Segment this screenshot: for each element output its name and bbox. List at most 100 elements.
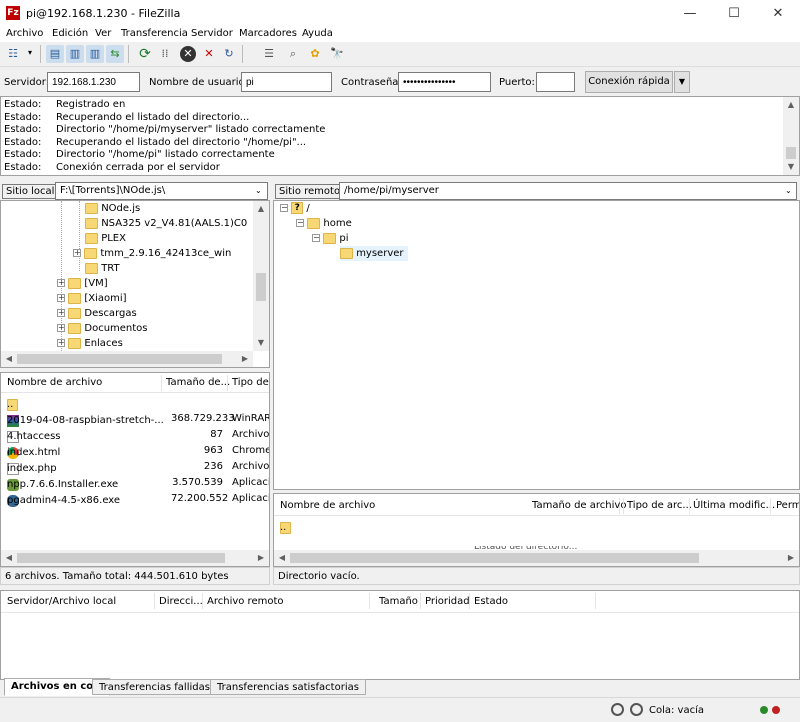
port-label: Puerto: (499, 77, 535, 88)
quickconnect-bar: Servidor: Nombre de usuario: Contraseña:… (0, 66, 800, 96)
menu-edicion[interactable]: Edición (52, 28, 88, 39)
menu-archivo[interactable]: Archivo (6, 28, 43, 39)
tree-item[interactable]: − home (296, 216, 352, 231)
queue-col-priority[interactable]: Prioridad (425, 596, 470, 607)
tree-item[interactable]: − ? / (280, 201, 310, 216)
local-status: 6 archivos. Tamaño total: 444.501.610 by… (0, 567, 270, 585)
remote-status: Directorio vacío. (273, 567, 800, 585)
queue-col-status[interactable]: Estado (474, 596, 508, 607)
compare-directories-icon[interactable]: ⌕ (284, 45, 302, 63)
menu-ayuda[interactable]: Ayuda (302, 28, 333, 39)
queue-status: Cola: vacía (649, 705, 705, 716)
file-row[interactable]: .. (1, 395, 269, 411)
local-files-hscroll[interactable]: ◀ ▶ (1, 550, 269, 566)
close-button[interactable]: ✕ (756, 0, 800, 28)
local-tree-hscroll[interactable]: ◀ ▶ (1, 351, 253, 367)
log-row: Estado: Directorio "/home/pi/myserver" li… (4, 124, 326, 135)
search-files-icon[interactable]: 🔭 (328, 45, 346, 63)
queue-col-remote[interactable]: Archivo remoto (207, 596, 284, 607)
column-name[interactable]: Nombre de archivo (280, 500, 375, 511)
tree-item[interactable]: + [VM] (57, 276, 108, 291)
toggle-log-icon[interactable]: ▤ (46, 45, 64, 63)
site-manager-dropdown-icon[interactable]: ▾ (28, 48, 32, 57)
tab-failed-transfers[interactable]: Transferencias fallidas (92, 679, 217, 695)
remote-path-input[interactable]: /home/pi/myserver (339, 182, 797, 200)
tree-item[interactable]: NSA325 v2_V4.81(AALS.1)C0 (85, 216, 247, 231)
column-size[interactable]: Tamaño de... (166, 377, 230, 388)
quickconnect-dropdown-icon[interactable]: ▼ (674, 71, 690, 93)
server-input[interactable] (47, 72, 140, 92)
toggle-queue-icon[interactable]: ⇆ (106, 45, 124, 63)
status-bar: Cola: vacía (0, 697, 800, 722)
tab-successful-transfers[interactable]: Transferencias satisfactorias (210, 679, 366, 695)
queue-col-server[interactable]: Servidor/Archivo local (7, 596, 116, 607)
menu-transferencia[interactable]: Transferencia (121, 28, 188, 39)
remote-files-hscroll[interactable]: ◀ ▶ (274, 550, 799, 566)
queue-col-direction[interactable]: Direcci... (159, 596, 203, 607)
synchronized-browsing-icon[interactable]: ✿ (306, 45, 324, 63)
queue-col-size[interactable]: Tamaño (379, 596, 418, 607)
password-input[interactable] (398, 72, 491, 92)
column-permissions[interactable]: Perm (776, 500, 799, 511)
tree-item-selected[interactable]: myserver (340, 246, 408, 261)
file-row[interactable]: pgadmin4-4.5-x86.exe 72.200.552 Aplicaci (1, 491, 269, 507)
tree-item[interactable]: PLEX (85, 231, 126, 246)
chevron-down-icon[interactable]: ⌄ (255, 186, 262, 195)
file-row[interactable]: 4.htaccess 87 Archivo (1, 427, 269, 443)
tree-item[interactable]: + Descargas (57, 306, 137, 321)
gear-icon[interactable] (611, 703, 624, 716)
upload-indicator-icon (760, 706, 768, 714)
column-type[interactable]: Tipo de (232, 377, 269, 388)
queue-columns: Servidor/Archivo local Direcci... Archiv… (1, 591, 799, 613)
remote-directory-tree: − ? / − home − pi myserver (273, 200, 800, 490)
reconnect-icon[interactable]: ↻ (220, 45, 238, 63)
toggle-remote-tree-icon[interactable]: ▥ (86, 45, 104, 63)
tree-item[interactable]: + tmm_2.9.16_42413ce_win (73, 246, 231, 261)
tree-item[interactable]: TRT (85, 261, 120, 276)
process-queue-icon[interactable]: ⁞⁞ (156, 45, 174, 63)
refresh-icon[interactable]: ⟳ (136, 45, 154, 63)
unknown-folder-icon: ? (291, 202, 304, 214)
chevron-down-icon[interactable]: ⌄ (785, 186, 792, 195)
tree-item[interactable]: − pi (312, 231, 349, 246)
local-path-input[interactable]: F:\[Torrents]\NOde.js\ (55, 182, 268, 200)
log-row: Estado: Conexión cerrada por el servidor (4, 161, 220, 173)
maximize-button[interactable]: ☐ (712, 0, 756, 28)
column-modified[interactable]: Última modific... (693, 500, 775, 511)
quickconnect-button[interactable]: Conexión rápida (585, 71, 673, 93)
local-tree-vscroll[interactable]: ▲ ▼ (253, 201, 269, 351)
toggle-local-tree-icon[interactable]: ▥ (66, 45, 84, 63)
message-log: Estado: Registrado en Estado: Recuperando … (0, 96, 800, 176)
tree-item[interactable]: + Documentos (57, 321, 148, 336)
tree-item[interactable]: NOde.js (85, 201, 140, 216)
port-input[interactable] (536, 72, 575, 92)
queue-settings-icon[interactable] (630, 703, 643, 716)
file-row[interactable]: npp.7.6.6.Installer.exe 3.570.539 Aplica… (1, 475, 269, 491)
directory-listing-filters-icon[interactable]: ☰ (260, 45, 278, 63)
log-row: Estado: Recuperando el listado del direct… (4, 111, 250, 123)
file-row[interactable]: index.php 236 Archivo (1, 459, 269, 475)
column-name[interactable]: Nombre de archivo (7, 377, 102, 388)
tree-item[interactable]: + [Xiaomi] (57, 291, 127, 306)
title-bar: Fz pi@192.168.1.230 - FileZilla — ☐ ✕ (0, 0, 800, 28)
user-input[interactable] (241, 72, 332, 92)
local-site-bar: Sitio local: F:\[Torrents]\NOde.js\ ⌄ (0, 180, 270, 202)
menu-marcadores[interactable]: Marcadores (239, 28, 297, 39)
cancel-icon[interactable]: ✕ (180, 46, 196, 62)
file-row[interactable]: .. (274, 518, 799, 534)
file-row[interactable]: index.html 963 Chrome (1, 443, 269, 459)
remote-file-columns: Nombre de archivo Tamaño de archivo Tipo… (274, 496, 799, 516)
minimize-button[interactable]: — (668, 0, 712, 28)
column-size[interactable]: Tamaño de archivo (532, 500, 626, 511)
site-manager-icon[interactable]: ☷ (4, 45, 22, 63)
log-scrollbar[interactable]: ▲ ▼ (783, 97, 799, 175)
column-type[interactable]: Tipo de arc... (627, 500, 692, 511)
window-title: pi@192.168.1.230 - FileZilla (26, 7, 181, 20)
remote-site-label: Sitio remoto: (275, 184, 348, 199)
tree-item[interactable]: + Enlaces (57, 336, 123, 351)
menu-ver[interactable]: Ver (95, 28, 111, 39)
remote-site-bar: Sitio remoto: /home/pi/myserver ⌄ (273, 180, 800, 202)
menu-servidor[interactable]: Servidor (191, 28, 233, 39)
file-row[interactable]: 2019-04-08-raspbian-stretch-... 368.729.… (1, 411, 269, 427)
disconnect-icon[interactable]: ✕ (200, 45, 218, 63)
